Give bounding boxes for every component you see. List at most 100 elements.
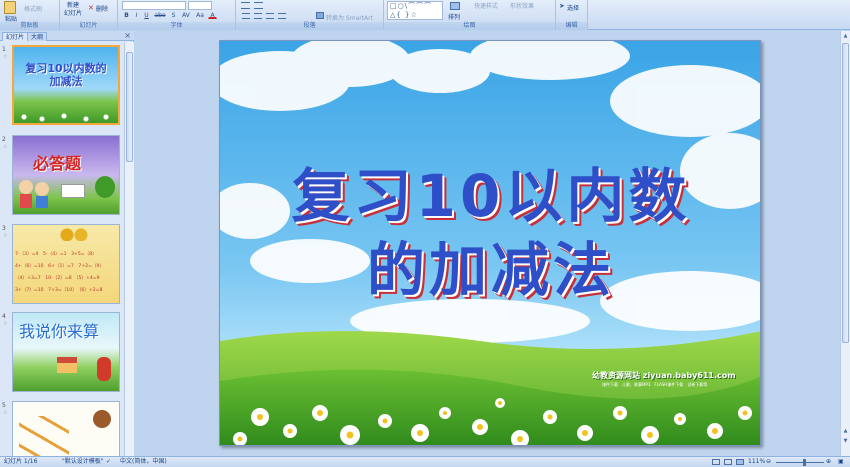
book-illustration [61, 184, 85, 198]
slides-pane-tabs: 幻灯片 大纲 × [0, 31, 134, 41]
font-group-label: 字体 [118, 22, 235, 30]
drawing-group-label: 绘图 [384, 22, 555, 30]
slide-number: 3 [2, 225, 6, 232]
slide-number: 4 [2, 313, 6, 320]
paragraph-group-label: 段落 [236, 22, 383, 30]
align-left-icon[interactable] [242, 13, 250, 19]
bold-button[interactable]: B [122, 11, 131, 19]
char-spacing-button[interactable]: AV [180, 11, 192, 19]
equation-row: 4+（6）=10 6+（1）=7 7+2=（9） [15, 264, 105, 269]
zoom-in-icon[interactable]: ⊕ [826, 457, 831, 467]
format-painter-button[interactable]: 格式刷 [24, 4, 42, 13]
paste-icon[interactable] [4, 1, 16, 14]
slideshow-view-icon[interactable] [736, 459, 744, 465]
slide-thumbnail-5[interactable] [12, 401, 120, 456]
shadow-button[interactable]: S [169, 11, 178, 19]
theme-name: "默认设计模板" [62, 458, 104, 465]
arrange-button[interactable]: 排列 [448, 12, 460, 21]
new-slide-button-line2[interactable]: 幻灯片 [64, 8, 82, 17]
zoom-level[interactable]: 111% [748, 457, 765, 467]
transition-icon: ☆ [3, 54, 8, 60]
slide-number: 1 [2, 46, 6, 53]
transition-icon: ☆ [3, 144, 8, 150]
slide-counter: 幻灯片 1/16 [4, 458, 38, 465]
fruit-illustration [59, 227, 89, 241]
fit-to-window-icon[interactable]: ▣ [838, 457, 844, 467]
slides-group: 新建 幻灯片 ✕ 删除 幻灯片 [60, 0, 118, 30]
slide-title-line1[interactable]: 复习10以内数 [220, 149, 760, 233]
slide-number: 2 [2, 136, 6, 143]
underline-button[interactable]: U [142, 11, 151, 19]
house-illustration [57, 357, 77, 373]
font-color-button[interactable]: A [208, 11, 217, 19]
pencils-illustration [19, 416, 69, 456]
align-right-icon[interactable] [266, 13, 274, 19]
font-name-box[interactable] [122, 1, 186, 10]
next-slide-icon[interactable]: ▼ [842, 437, 849, 445]
zoom-out-icon[interactable]: ⊖ [766, 457, 771, 467]
align-center-icon[interactable] [254, 13, 262, 19]
language-indicator[interactable]: 中文(简体，中国) [120, 457, 167, 467]
clipboard-group: 粘贴 格式刷 剪贴板 [0, 0, 60, 30]
scrollbar-thumb[interactable] [126, 52, 133, 162]
slide-editor: 复习10以内数 的加减法 幼教资源网站 ziyuan.baby611.com 课… [135, 31, 840, 456]
bullets-icon[interactable] [241, 2, 250, 9]
equation-row: （4）+3=7 10-（2）=8 （5）+4=9 [15, 276, 100, 281]
close-pane-icon[interactable]: × [124, 31, 131, 41]
quick-styles-button[interactable]: 快速样式 [474, 1, 498, 10]
tree-illustration [95, 176, 115, 198]
font-size-box[interactable] [188, 1, 212, 10]
italic-button[interactable]: I [132, 11, 141, 19]
zoom-slider-thumb[interactable] [803, 459, 806, 466]
arrange-icon[interactable] [450, 2, 460, 10]
website-watermark: 幼教资源网站 ziyuan.baby611.com [592, 371, 736, 380]
monkey-illustration [93, 410, 111, 428]
thumb-flowers [14, 109, 118, 123]
thumbnail-scrollbar[interactable] [124, 42, 134, 456]
sorter-view-icon[interactable] [724, 459, 732, 465]
slide-number: 5 [2, 402, 6, 409]
status-bar: 幻灯片 1/16 "默认设计模板" ✓ 中文(简体，中国) 111% ⊖ ⊕ ▣ [0, 456, 850, 467]
slide-thumbnail-4[interactable]: 我说你来算 [12, 312, 120, 392]
slides-group-label: 幻灯片 [60, 22, 117, 30]
slide-title-line2[interactable]: 的加减法 [220, 223, 760, 307]
ribbon: 粘贴 格式刷 剪贴板 新建 幻灯片 ✕ 删除 幻灯片 B I U abe S A… [0, 0, 850, 30]
slides-pane: 幻灯片 大纲 × 1 ☆ 复习10以内数的加减法 2 ☆ 必答题 3 ☆ 7-（… [0, 31, 134, 456]
editing-group-label: 编辑 [556, 22, 587, 30]
numbering-icon[interactable] [254, 2, 263, 9]
equation-row: 7-（3）=4 5-（4）=1 3+5=（8） [15, 252, 97, 257]
shapes-gallery[interactable]: □○\⌒⌒⌒ △{ }☆ [387, 1, 443, 20]
justify-icon[interactable] [278, 13, 286, 19]
normal-view-icon[interactable] [712, 459, 720, 465]
slide-thumbnail-1[interactable]: 复习10以内数的加减法 [12, 45, 120, 125]
delete-icon[interactable]: ✕ [88, 4, 94, 12]
zoom-slider[interactable] [776, 462, 824, 463]
shape-effects-button[interactable]: 形状效果 [510, 1, 534, 10]
person-illustration [97, 357, 111, 381]
prev-slide-icon[interactable]: ▲ [842, 427, 849, 435]
equation-row: 3+（7）=10 7+3=（10） （6）+2=8 [15, 288, 103, 293]
smartart-icon[interactable] [316, 12, 324, 19]
select-arrow-icon[interactable]: ➤ [559, 2, 565, 10]
tab-slides[interactable]: 幻灯片 [2, 32, 29, 41]
convert-smartart-button[interactable]: 转换为 SmartArt [326, 13, 373, 22]
font-group: B I U abe S AV Aa A 字体 [118, 0, 236, 30]
website-subtext: 课件下载 儿歌、故事MP3 FLASH课件下载 试卷下载等 [602, 382, 708, 387]
tab-outline[interactable]: 大纲 [27, 32, 48, 41]
slide-thumbnail-2[interactable]: 必答题 [12, 135, 120, 215]
transition-icon: ☆ [3, 410, 8, 416]
select-button[interactable]: 选择 [567, 3, 579, 12]
slide-thumbnail-3[interactable]: 7-（3）=4 5-（4）=1 3+5=（8） 4+（6）=10 6+（1）=7… [12, 224, 120, 304]
editor-scrollbar-thumb[interactable] [842, 43, 849, 343]
thumb-title: 必答题 [33, 154, 82, 173]
strikethrough-button[interactable]: abe [153, 11, 167, 19]
current-slide[interactable]: 复习10以内数 的加减法 幼教资源网站 ziyuan.baby611.com 课… [219, 40, 761, 446]
scroll-up-arrow-icon[interactable]: ▲ [842, 32, 849, 40]
change-case-button[interactable]: Aa [194, 11, 206, 19]
delete-slide-button[interactable]: 删除 [96, 4, 108, 13]
editing-group: ➤ 选择 编辑 [556, 0, 588, 30]
editor-scrollbar[interactable]: ▲ ▲ ▼ [840, 31, 850, 456]
thumb-title: 我说你来算 [19, 322, 100, 341]
spellcheck-icon[interactable]: ✓ [106, 457, 111, 467]
thumb-title: 复习10以内数的加减法 [25, 62, 107, 88]
